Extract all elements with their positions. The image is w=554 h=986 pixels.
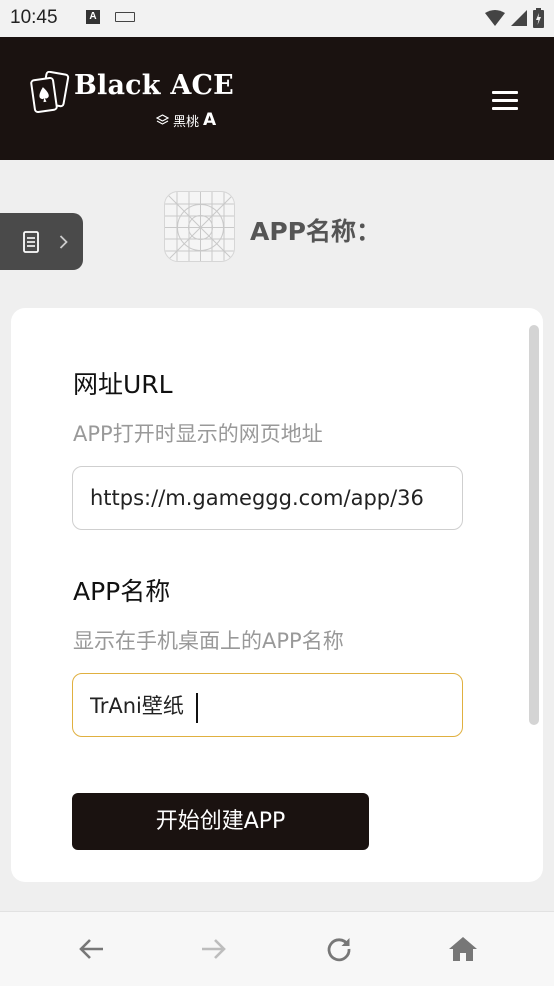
app-header-bar: Black ACE 黑桃 A bbox=[0, 37, 554, 160]
forward-arrow-icon[interactable] bbox=[196, 931, 232, 967]
brand-subtitle-cn: 黑桃 bbox=[173, 114, 200, 130]
brand-subtitle-letter: A bbox=[203, 110, 217, 130]
keyboard-icon bbox=[115, 12, 135, 22]
status-bar: 10:45 A bbox=[0, 0, 554, 37]
brand-logo[interactable]: Black ACE 黑桃 A bbox=[30, 70, 234, 130]
app-name-hint: 显示在手机桌面上的APP名称 bbox=[73, 629, 344, 653]
document-icon bbox=[23, 230, 39, 253]
signal-icon bbox=[511, 10, 527, 26]
scrollbar[interactable] bbox=[529, 325, 539, 725]
app-name-heading: APP名称： bbox=[250, 217, 381, 246]
text-caret bbox=[196, 693, 198, 723]
url-input[interactable] bbox=[72, 466, 463, 530]
layers-icon bbox=[156, 114, 169, 125]
url-label: 网址URL bbox=[73, 370, 173, 399]
app-name-input[interactable] bbox=[72, 673, 463, 737]
bottom-navigation bbox=[0, 911, 554, 986]
battery-charging-icon bbox=[533, 8, 544, 28]
hamburger-menu-icon[interactable] bbox=[492, 91, 518, 111]
home-icon[interactable] bbox=[445, 931, 481, 967]
wifi-icon bbox=[485, 10, 505, 26]
url-hint: APP打开时显示的网页地址 bbox=[73, 422, 323, 446]
brand-title: Black ACE bbox=[74, 70, 234, 101]
create-app-button[interactable]: 开始创建APP bbox=[72, 793, 369, 850]
playing-cards-icon bbox=[30, 70, 72, 113]
status-icons bbox=[485, 8, 544, 28]
side-drawer-tab[interactable] bbox=[0, 213, 83, 270]
status-time: 10:45 bbox=[10, 7, 58, 28]
refresh-icon[interactable] bbox=[321, 931, 357, 967]
app-name-label: APP名称 bbox=[73, 577, 171, 606]
brand-subtitle: 黑桃 A bbox=[156, 110, 216, 130]
app-placeholder-icon bbox=[164, 191, 235, 262]
chevron-right-icon bbox=[59, 234, 68, 249]
notification-a-icon: A bbox=[86, 10, 100, 24]
back-arrow-icon[interactable] bbox=[73, 931, 109, 967]
